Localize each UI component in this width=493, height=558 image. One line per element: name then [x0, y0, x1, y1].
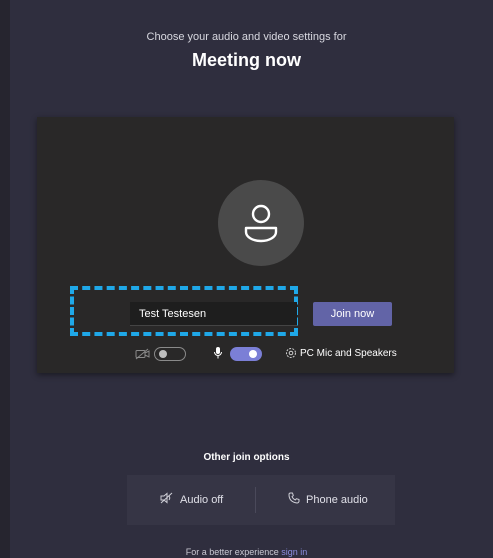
- meeting-title: Meeting now: [192, 50, 301, 70]
- avatar: [218, 180, 304, 266]
- options-divider: [255, 487, 256, 513]
- sign-in-link[interactable]: sign in: [281, 547, 307, 557]
- microphone-icon: [213, 346, 223, 365]
- header-subtitle: Choose your audio and video settings for: [146, 31, 347, 43]
- mic-toggle[interactable]: [230, 347, 262, 361]
- phone-audio-option[interactable]: Phone audio: [288, 492, 368, 507]
- footer-text: For a better experience: [185, 547, 279, 557]
- footer: For a better experience sign in: [0, 547, 493, 557]
- toggle-knob: [249, 350, 257, 358]
- prejoin-screen: Choose your audio and video settings for…: [0, 0, 493, 558]
- join-now-button[interactable]: Join now: [313, 302, 392, 326]
- person-icon: [244, 204, 278, 243]
- device-controls: PC Mic and Speakers: [0, 344, 493, 364]
- gear-icon[interactable]: [285, 346, 297, 364]
- phone-audio-label: Phone audio: [306, 493, 368, 506]
- display-name-input[interactable]: [130, 302, 297, 326]
- video-toggle[interactable]: [154, 347, 186, 361]
- toggle-knob: [159, 350, 167, 358]
- other-join-options-title: Other join options: [203, 452, 290, 463]
- speaker-off-icon: [160, 492, 174, 507]
- audio-device-label[interactable]: PC Mic and Speakers: [300, 348, 397, 359]
- left-edge: [0, 0, 10, 558]
- audio-off-option[interactable]: Audio off: [160, 492, 223, 507]
- phone-icon: [288, 492, 300, 507]
- camera-off-icon: [135, 347, 151, 365]
- audio-off-label: Audio off: [180, 493, 224, 506]
